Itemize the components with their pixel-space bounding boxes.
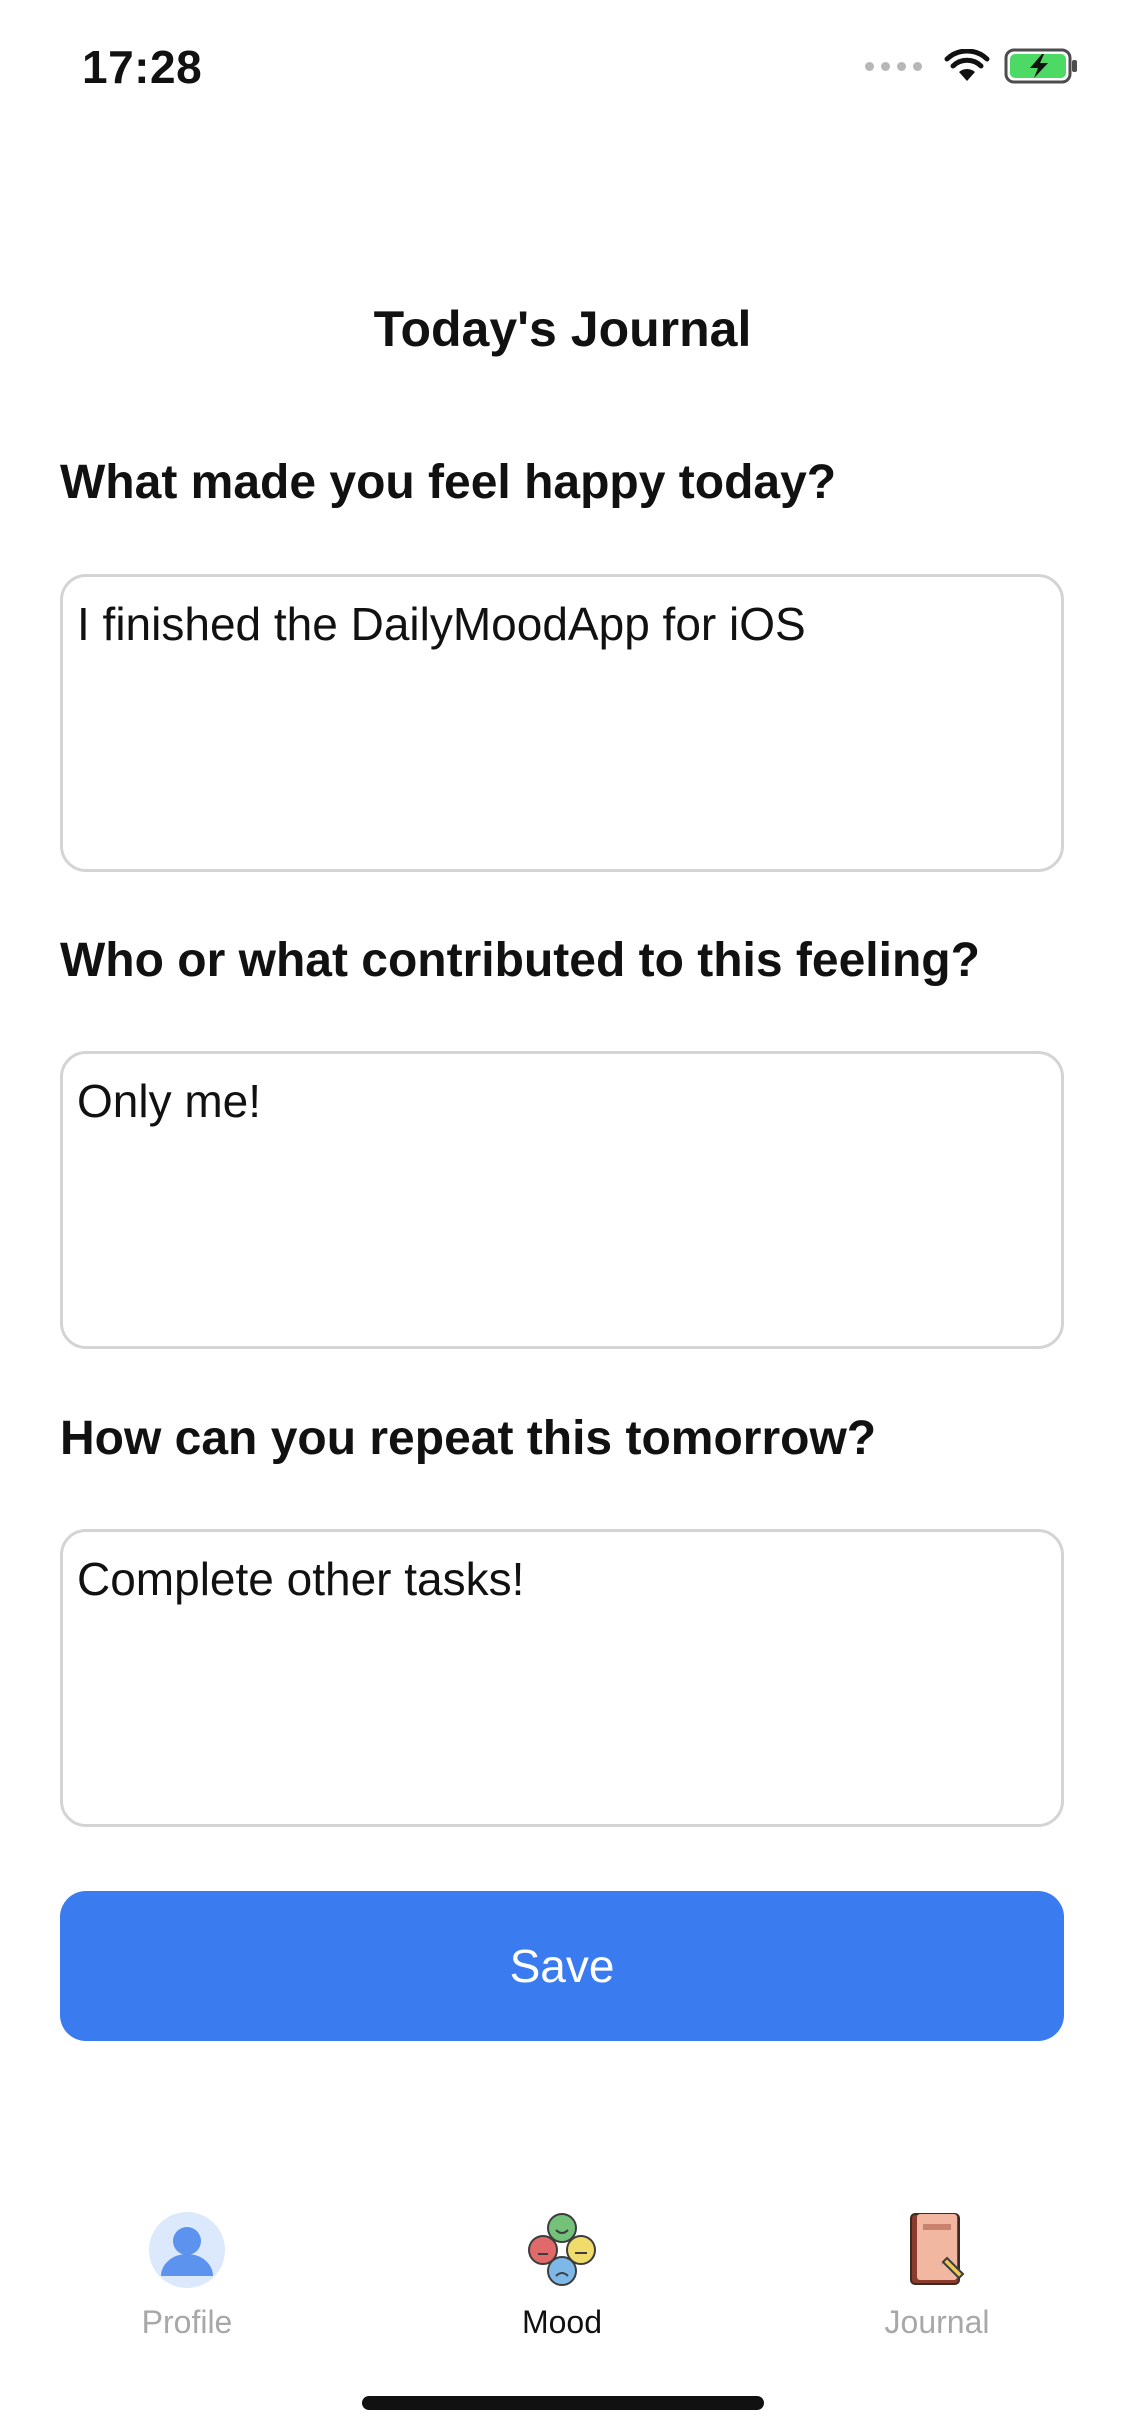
battery-charging-icon (1004, 48, 1077, 84)
mood-faces-icon (528, 2213, 596, 2286)
tab-label-journal: Journal (884, 2304, 990, 2340)
tab-label-mood: Mood (521, 2304, 603, 2340)
wifi-icon (944, 49, 990, 81)
tab-journal[interactable]: Journal (807, 2210, 1067, 2341)
question-label-contributor: Who or what contributed to this feeling? (60, 934, 980, 987)
answer-input-repeat[interactable]: Complete other tasks! (60, 1529, 1064, 1827)
home-indicator[interactable] (362, 2396, 764, 2410)
status-indicators (865, 48, 1080, 84)
save-button[interactable]: Save (60, 1891, 1064, 2041)
tab-mood[interactable]: Mood (432, 2210, 692, 2341)
page-title: Today's Journal (373, 301, 752, 357)
tab-bar: Profile Mood Journal (0, 2160, 1125, 2340)
answer-input-happy[interactable]: I finished the DailyMoodApp for iOS (60, 574, 1064, 872)
status-time: 17:28 (82, 41, 203, 93)
journal-book-icon (910, 2213, 965, 2285)
tab-label-profile: Profile (141, 2304, 233, 2340)
tab-profile[interactable]: Profile (57, 2210, 317, 2341)
answer-input-contributor[interactable]: Only me! (60, 1051, 1064, 1349)
cellular-signal-icon (865, 61, 922, 71)
person-avatar-icon (149, 2212, 225, 2288)
question-label-repeat: How can you repeat this tomorrow? (60, 1412, 877, 1465)
question-label-happy: What made you feel happy today? (60, 456, 837, 509)
